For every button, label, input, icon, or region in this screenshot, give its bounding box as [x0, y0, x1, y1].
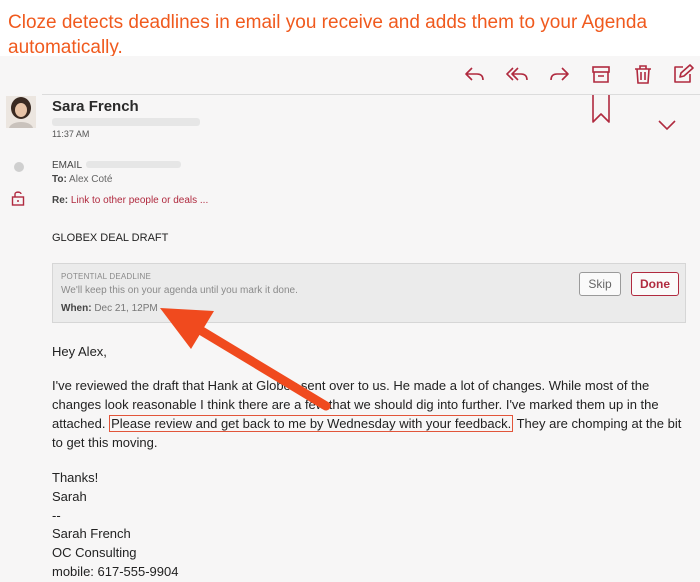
- done-button[interactable]: Done: [631, 272, 679, 296]
- link-people-deals[interactable]: Link to other people or deals ...: [71, 195, 208, 206]
- when-value: Dec 21, 12PM: [94, 303, 158, 314]
- signature-dashes: --: [52, 508, 61, 523]
- reply-icon[interactable]: [462, 62, 488, 86]
- sender-name[interactable]: Sara French: [52, 98, 139, 115]
- body-sign: Sarah: [52, 489, 87, 504]
- bookmark-icon[interactable]: [590, 94, 612, 124]
- body-paragraph: I've reviewed the draft that Hank at Glo…: [52, 376, 692, 452]
- caption-text: Cloze detects deadlines in email you rec…: [8, 12, 648, 58]
- forward-icon[interactable]: [546, 62, 572, 86]
- edit-icon[interactable]: [670, 62, 696, 86]
- skip-button[interactable]: Skip: [579, 272, 621, 296]
- highlighted-deadline-sentence: Please review and get back to me by Wedn…: [109, 415, 514, 432]
- message-time: 11:37 AM: [52, 129, 90, 139]
- reply-all-icon[interactable]: [504, 62, 530, 86]
- email-subject: GLOBEX DEAL DRAFT: [52, 232, 169, 244]
- body-greeting: Hey Alex,: [52, 344, 107, 359]
- lock-icon[interactable]: [11, 190, 25, 206]
- to-label: To:: [52, 174, 67, 185]
- re-line: Re: Link to other people or deals ...: [52, 195, 208, 206]
- email-label: EMAIL: [52, 160, 83, 171]
- email-view: Sara French 11:37 AM EMAIL To: Alex Coté…: [0, 56, 700, 582]
- deadline-note: We'll keep this on your agenda until you…: [61, 285, 298, 296]
- re-label: Re:: [52, 195, 69, 206]
- chevron-down-icon[interactable]: [656, 118, 678, 132]
- trash-icon[interactable]: [630, 62, 656, 86]
- sender-email-redacted: [52, 118, 200, 126]
- signature-company: OC Consulting: [52, 545, 137, 560]
- to-line: To: Alex Coté: [52, 174, 112, 185]
- avatar: [6, 96, 36, 128]
- deadline-title: POTENTIAL DEADLINE: [61, 272, 151, 281]
- to-value[interactable]: Alex Coté: [69, 174, 112, 185]
- when-label: When:: [61, 303, 92, 314]
- status-dot: [14, 162, 24, 172]
- deadline-card: POTENTIAL DEADLINE We'll keep this on yo…: [52, 263, 686, 323]
- signature-mobile: mobile: 617-555-9904: [52, 564, 179, 579]
- archive-icon[interactable]: [588, 62, 614, 86]
- deadline-when: When: Dec 21, 12PM: [61, 303, 158, 314]
- signature-name: Sarah French: [52, 526, 131, 541]
- email-address-redacted: [86, 161, 181, 168]
- body-thanks: Thanks!: [52, 470, 99, 485]
